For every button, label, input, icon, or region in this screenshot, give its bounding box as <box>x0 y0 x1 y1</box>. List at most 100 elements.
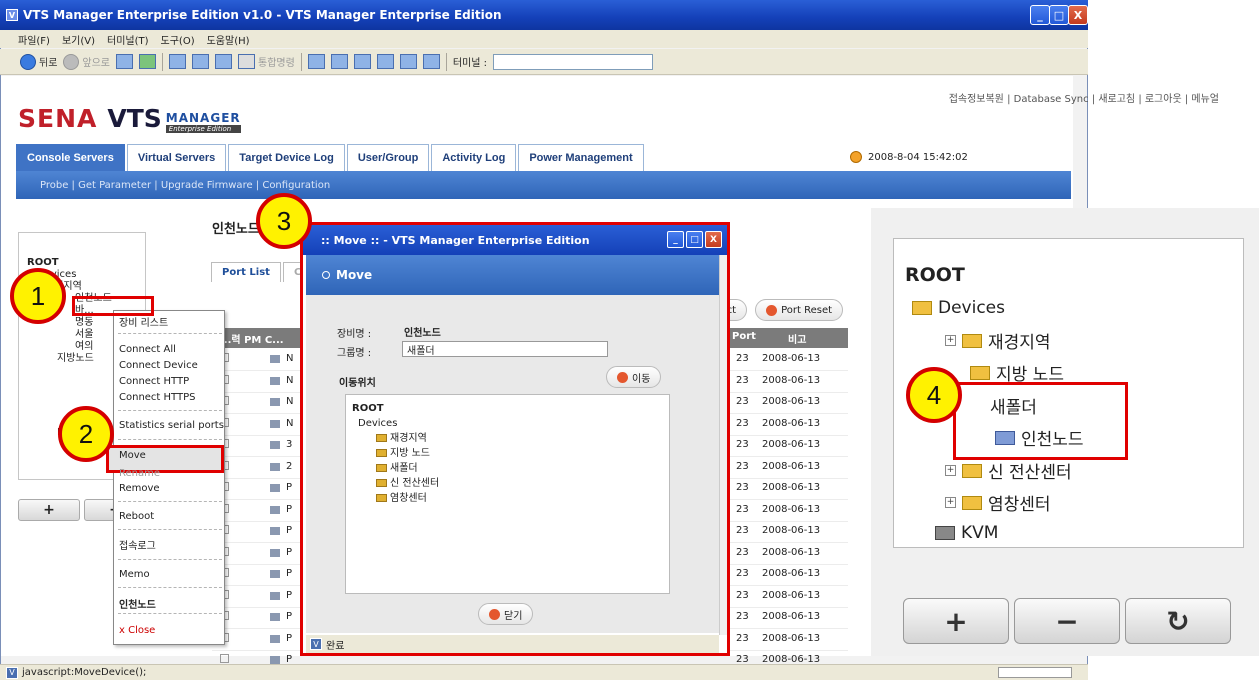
dialog-maximize-button[interactable]: □ <box>686 231 703 248</box>
device-title: 인천노드 <box>212 222 260 237</box>
header-port: Port <box>732 331 756 342</box>
menu-close[interactable]: x Close <box>119 625 155 636</box>
dialog-header-text: Move <box>336 268 373 282</box>
tab-target-device-log[interactable]: Target Device Log <box>228 144 345 171</box>
menu-connect-https[interactable]: Connect HTTPS <box>119 392 195 403</box>
port-icon <box>270 462 280 471</box>
menu-separator <box>118 501 222 502</box>
port-reset-button[interactable]: Port Reset <box>755 299 844 321</box>
tab-console-servers[interactable]: Console Servers <box>16 144 125 171</box>
logo-vts: VTS <box>107 104 162 133</box>
dtree-center[interactable]: 신 전산센터 <box>352 478 663 490</box>
menu-rename[interactable]: Rename <box>119 468 160 479</box>
refresh-icon[interactable] <box>139 54 157 69</box>
menu-reboot[interactable]: Reboot <box>119 511 154 522</box>
close-label: 닫기 <box>504 610 523 622</box>
menu-connect-http[interactable]: Connect HTTP <box>119 376 189 387</box>
row-port: 23 <box>736 460 749 472</box>
close-button[interactable]: X <box>1068 5 1088 25</box>
terminal-select[interactable] <box>492 53 653 70</box>
tab-power-management[interactable]: Power Management <box>518 144 644 171</box>
split-icon[interactable] <box>330 54 348 69</box>
dtree-newfolder[interactable]: 새폴더 <box>352 463 663 475</box>
menu-file[interactable]: 파일(F) <box>18 32 50 47</box>
menu-statistics[interactable]: Statistics serial ports <box>119 420 224 431</box>
menu-remove[interactable]: Remove <box>119 483 160 494</box>
dialog-close-button[interactable]: X <box>705 231 722 248</box>
menu-device-list[interactable]: 장비 리스트 <box>119 314 168 329</box>
device-name-value: 인천노드 <box>404 328 441 339</box>
row-checkbox[interactable] <box>220 654 229 663</box>
folder-icon <box>970 365 990 380</box>
menu-separator <box>118 439 222 440</box>
row-date: 2008-06-13 <box>762 632 821 644</box>
stop-icon[interactable] <box>116 54 134 69</box>
dtree-devices[interactable]: Devices <box>352 418 663 430</box>
tree-root[interactable]: ROOT <box>27 257 137 269</box>
combined-command-button[interactable]: 통합명령 <box>238 54 295 69</box>
row-port: 23 <box>736 482 749 493</box>
dialog-scrollbar[interactable] <box>719 255 727 635</box>
highlight-moved-node <box>953 382 1128 460</box>
menu-connect-device[interactable]: Connect Device <box>119 360 198 371</box>
add-button[interactable]: + <box>18 499 80 521</box>
zoom-remove-button[interactable]: − <box>1014 598 1120 644</box>
row-c-value: N <box>286 353 294 364</box>
menu-access-log[interactable]: 접속로그 <box>119 537 156 552</box>
dtree-root[interactable]: ROOT <box>352 403 663 415</box>
folder-icon <box>376 434 387 442</box>
folder-icon <box>376 494 387 502</box>
menu-separator <box>118 529 222 530</box>
dtree-yeomchang[interactable]: 염창센터 <box>352 493 663 505</box>
tab-port-list[interactable]: Port List <box>211 262 281 282</box>
menu-view[interactable]: 보기(V) <box>62 32 95 47</box>
dialog-minimize-button[interactable]: _ <box>667 231 684 248</box>
folder-icon <box>376 464 387 472</box>
move-button[interactable]: 이동 <box>606 366 662 388</box>
back-button[interactable]: 뒤로 <box>20 53 57 70</box>
highlight-tree-node <box>72 296 154 316</box>
menubar: 파일(F) 보기(V) 터미널(T) 도구(O) 도움말(H) <box>0 30 1088 48</box>
menu-separator <box>118 587 222 588</box>
back-arrow-icon <box>20 53 36 70</box>
forward-button[interactable]: 앞으로 <box>63 53 110 70</box>
folder-icon <box>376 479 387 487</box>
tab-virtual-servers[interactable]: Virtual Servers <box>126 144 227 171</box>
dialog-titlebar: :: Move :: - VTS Manager Enterprise Edit… <box>303 225 727 255</box>
group-name-input[interactable]: 새폴더 <box>402 341 608 357</box>
subnav[interactable]: Probe | Get Parameter | Upgrade Firmware… <box>16 171 1071 199</box>
maximize-button[interactable]: □ <box>1049 5 1069 25</box>
tab-activity-log[interactable]: Activity Log <box>431 144 517 171</box>
menu-tools[interactable]: 도구(O) <box>161 32 195 47</box>
port-icon <box>270 505 280 514</box>
folder-icon <box>962 495 982 510</box>
save-icon[interactable] <box>215 54 233 69</box>
send-icon[interactable] <box>376 54 394 69</box>
grid-icon[interactable] <box>353 54 371 69</box>
dialog-close-btn[interactable]: 닫기 <box>478 603 534 625</box>
separator <box>445 52 447 71</box>
menu-connect-all[interactable]: Connect All <box>119 344 176 355</box>
print-icon[interactable] <box>192 54 210 69</box>
menu-terminal[interactable]: 터미널(T) <box>107 32 149 47</box>
tools-icon[interactable] <box>169 54 187 69</box>
zoom-refresh-button[interactable]: ↻ <box>1125 598 1231 644</box>
top-links[interactable]: 접속정보복원 | Database Sync | 새로고침 | 로그아웃 | 메… <box>949 90 1219 105</box>
zoom-add-button[interactable]: + <box>903 598 1009 644</box>
minimize-button[interactable]: _ <box>1030 5 1050 25</box>
row-date: 2008-06-13 <box>762 460 821 472</box>
window-titlebar: V VTS Manager Enterprise Edition v1.0 - … <box>0 0 1088 30</box>
layout-icon[interactable] <box>307 54 325 69</box>
menu-move[interactable]: Move <box>119 450 146 461</box>
dtree-jibang[interactable]: 지방 노드 <box>352 448 663 460</box>
dtree-jaegyeong[interactable]: 재경지역 <box>352 433 663 445</box>
move-button-label: 이동 <box>632 373 651 385</box>
tab-user-group[interactable]: User/Group <box>346 144 430 171</box>
row-date: 2008-06-13 <box>762 503 821 515</box>
separator <box>162 52 164 71</box>
menu-memo[interactable]: Memo <box>119 569 150 580</box>
speaker-icon[interactable] <box>422 54 440 69</box>
folder-icon <box>962 333 982 348</box>
menu-help[interactable]: 도움말(H) <box>207 32 250 47</box>
transfer-icon[interactable] <box>399 54 417 69</box>
